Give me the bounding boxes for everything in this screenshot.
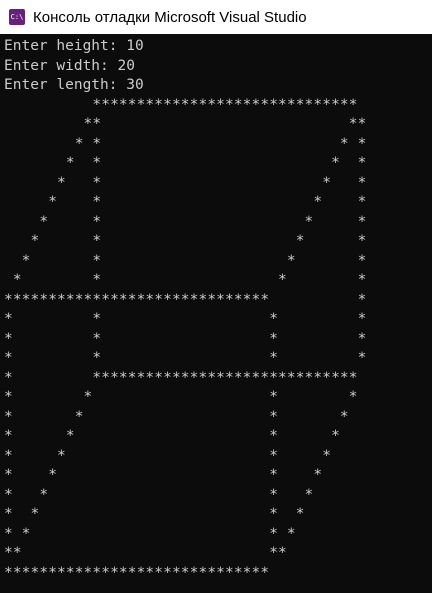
title-bar[interactable]: C:\ Консоль отладки Microsoft Visual Stu…	[0, 0, 432, 34]
console-output-line: * ******************************	[4, 369, 358, 386]
console-output-line: * * * *	[4, 467, 323, 483]
window-title: Консоль отладки Microsoft Visual Studio	[33, 8, 307, 26]
console-output-line: * * * *	[4, 330, 367, 347]
console-output-line: * * * *	[4, 233, 367, 249]
console-prompt-line: Enter length: 30	[4, 77, 144, 93]
console-output-line: * * * *	[4, 155, 367, 171]
console-output-line: * * * *	[4, 311, 367, 327]
console-output-line: * * * *	[4, 272, 367, 288]
console-output-line: * * * *	[4, 447, 332, 464]
console-output-line: * * * *	[4, 213, 367, 230]
console-output-line: * * * *	[4, 174, 367, 191]
console-output-line: * * * *	[4, 252, 367, 269]
console-output-line: * * * *	[4, 506, 305, 522]
console-output-line: * * * *	[4, 135, 367, 152]
console-output-line: * * * *	[4, 428, 340, 444]
console-output-line: ******************************	[4, 564, 270, 581]
console-output-line: * * * *	[4, 525, 296, 542]
console-window: C:\ Консоль отладки Microsoft Visual Stu…	[0, 0, 432, 593]
console-output-line: * * * *	[4, 486, 314, 503]
console-output-line: ** **	[4, 116, 367, 132]
console-app-icon: C:\	[9, 9, 25, 25]
console-output[interactable]: Enter height: 10 Enter width: 20 Enter len…	[4, 37, 432, 593]
console-prompt-line: Enter width: 20	[4, 57, 135, 74]
console-output-line: * * * *	[4, 408, 349, 425]
console-prompt-line: Enter height: 10	[4, 38, 144, 54]
console-output-line: * * * *	[4, 350, 367, 366]
console-output-line: ** **	[4, 545, 287, 561]
console-output-line: * * * *	[4, 194, 367, 210]
console-output-line: ******************************	[4, 96, 358, 113]
console-output-line: * * * *	[4, 389, 358, 405]
console-output-line: ****************************** *	[4, 291, 367, 308]
